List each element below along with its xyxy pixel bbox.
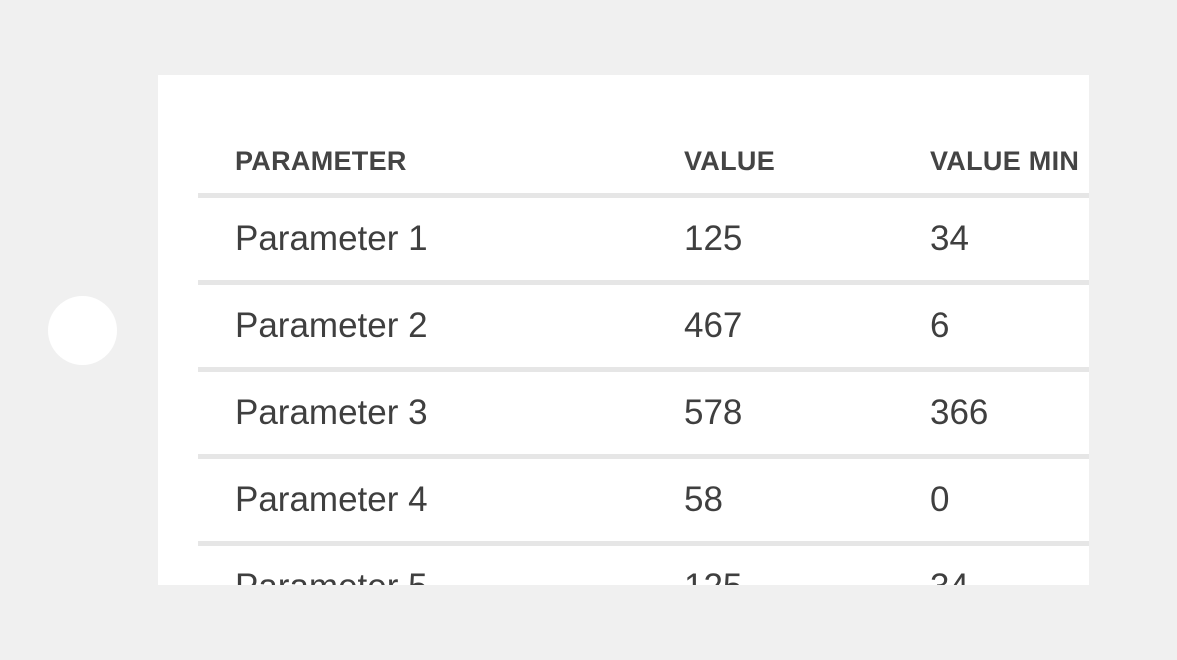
- cell-parameter: Parameter 2: [235, 306, 428, 345]
- cell-value: 125: [684, 219, 743, 258]
- cell-value: 467: [684, 306, 743, 345]
- cell-parameter: Parameter 1: [235, 219, 428, 258]
- cell-value-min: 0: [930, 480, 950, 519]
- parameter-table: PARAMETER VALUE VALUE MIN Parameter 1 12…: [198, 75, 1089, 585]
- table-header-row: PARAMETER VALUE VALUE MIN: [198, 75, 1089, 198]
- cell-value-min: 34: [930, 567, 969, 585]
- cell-parameter: Parameter 3: [235, 393, 428, 432]
- cell-value: 578: [684, 393, 743, 432]
- cell-value: 58: [684, 480, 723, 519]
- table-panel: PARAMETER VALUE VALUE MIN Parameter 1 12…: [158, 75, 1089, 585]
- table-row[interactable]: Parameter 3 578 366: [198, 372, 1089, 459]
- header-value-min[interactable]: VALUE MIN: [930, 146, 1079, 177]
- table-row[interactable]: Parameter 4 58 0: [198, 459, 1089, 546]
- scroll-left-button[interactable]: [48, 296, 117, 365]
- cell-value: 125: [684, 567, 742, 585]
- table-row[interactable]: Parameter 2 467 6: [198, 285, 1089, 372]
- cell-parameter: Parameter 4: [235, 480, 428, 519]
- cell-value-min: 34: [930, 219, 969, 258]
- cell-value-min: 366: [930, 393, 989, 432]
- cell-parameter: Parameter 5: [235, 567, 428, 585]
- header-value[interactable]: VALUE: [684, 146, 775, 177]
- cell-value-min: 6: [930, 306, 950, 345]
- table-row[interactable]: Parameter 1 125 34: [198, 198, 1089, 285]
- table-row[interactable]: Parameter 5 125 34: [198, 546, 1089, 585]
- header-parameter[interactable]: PARAMETER: [235, 146, 407, 177]
